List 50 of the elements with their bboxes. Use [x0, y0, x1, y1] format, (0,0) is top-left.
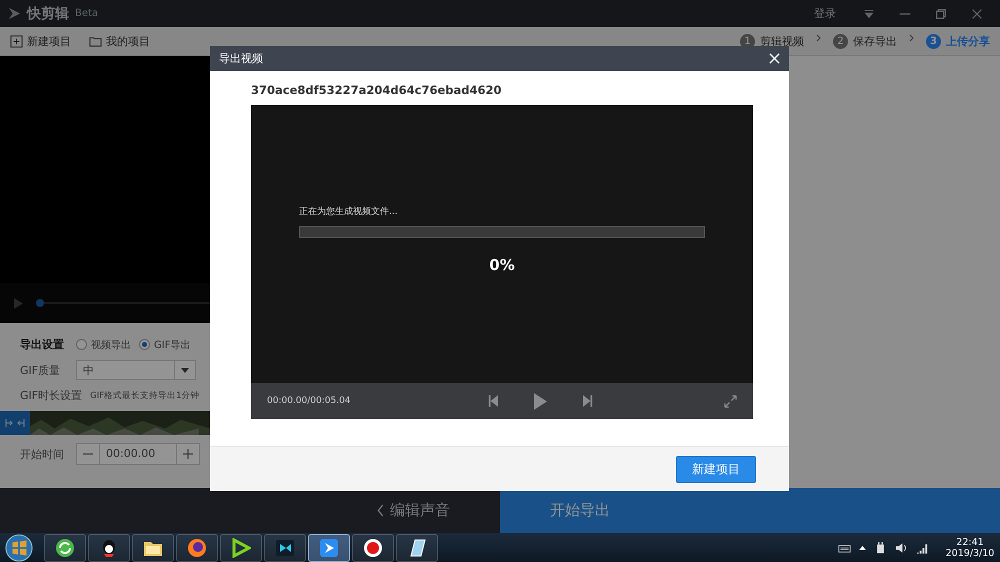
- app-title: 快剪辑: [27, 4, 69, 22]
- close-icon[interactable]: [769, 53, 780, 64]
- record-icon: [363, 538, 383, 558]
- progress-percent: 0%: [488, 256, 516, 274]
- radio-option[interactable]: 视频导出: [76, 338, 131, 352]
- play-logo-icon: [319, 538, 339, 558]
- step-tab[interactable]: 3 上传分享: [926, 34, 990, 49]
- field-label: GIF质量: [20, 362, 62, 378]
- start-button[interactable]: [4, 534, 34, 562]
- export-button[interactable]: 开始导出: [500, 488, 1000, 533]
- chevron-icon: [909, 34, 914, 42]
- speaker-icon[interactable]: [895, 542, 908, 554]
- field-label: GIF时长设置: [20, 388, 82, 403]
- skip-back-icon[interactable]: [488, 395, 498, 407]
- beta-label: Beta: [75, 8, 98, 19]
- radio-option[interactable]: GIF导出: [139, 338, 190, 352]
- step-tab[interactable]: 2 保存导出: [833, 34, 897, 49]
- toolbar-button[interactable]: 我的项目: [89, 34, 150, 49]
- plus-icon[interactable]: [183, 449, 193, 459]
- progress-text: 正在为您生成视频文件...: [299, 206, 399, 218]
- field-label: 开始时间: [20, 446, 65, 462]
- play-icon[interactable]: [534, 392, 547, 410]
- back-chevron-icon: [377, 504, 384, 517]
- time-stepper[interactable]: 00:00.00: [76, 443, 200, 465]
- section-label: 导出设置: [20, 337, 64, 352]
- skip-forward-icon[interactable]: [583, 395, 593, 407]
- new-project-button[interactable]: 新建项目: [676, 456, 756, 482]
- dialog-title: 导出视频: [219, 51, 263, 66]
- restore-icon[interactable]: [934, 6, 948, 20]
- quality-dropdown[interactable]: 中: [76, 360, 196, 380]
- caret-icon: [181, 368, 189, 372]
- refresh-globe-icon: [55, 538, 75, 558]
- clock[interactable]: 22:41 2019/3/10: [940, 536, 1000, 558]
- login-link[interactable]: 登录: [814, 6, 836, 21]
- add-icon: [10, 35, 23, 48]
- folder-icon: [89, 35, 102, 48]
- logo-icon: [8, 7, 21, 20]
- device-icon[interactable]: [874, 542, 887, 554]
- signal-icon[interactable]: [916, 542, 929, 554]
- taskbar-app[interactable]: [308, 534, 350, 562]
- range-handle-icon[interactable]: [5, 418, 25, 428]
- hint-text: GIF格式最长支持导出1分钟: [90, 390, 200, 402]
- chevron-icon: [816, 34, 821, 42]
- file-name: 370ace8df53227a204d64c76ebad4620: [251, 83, 502, 97]
- expand-tray-icon[interactable]: [859, 545, 866, 550]
- time-display: 00:00.00/00:05.04: [267, 396, 352, 406]
- fullscreen-icon[interactable]: [724, 394, 737, 408]
- back-button[interactable]: 编辑声音: [0, 488, 500, 533]
- play-logo-icon: [231, 538, 251, 558]
- toolbar-button[interactable]: 新建项目: [10, 34, 71, 49]
